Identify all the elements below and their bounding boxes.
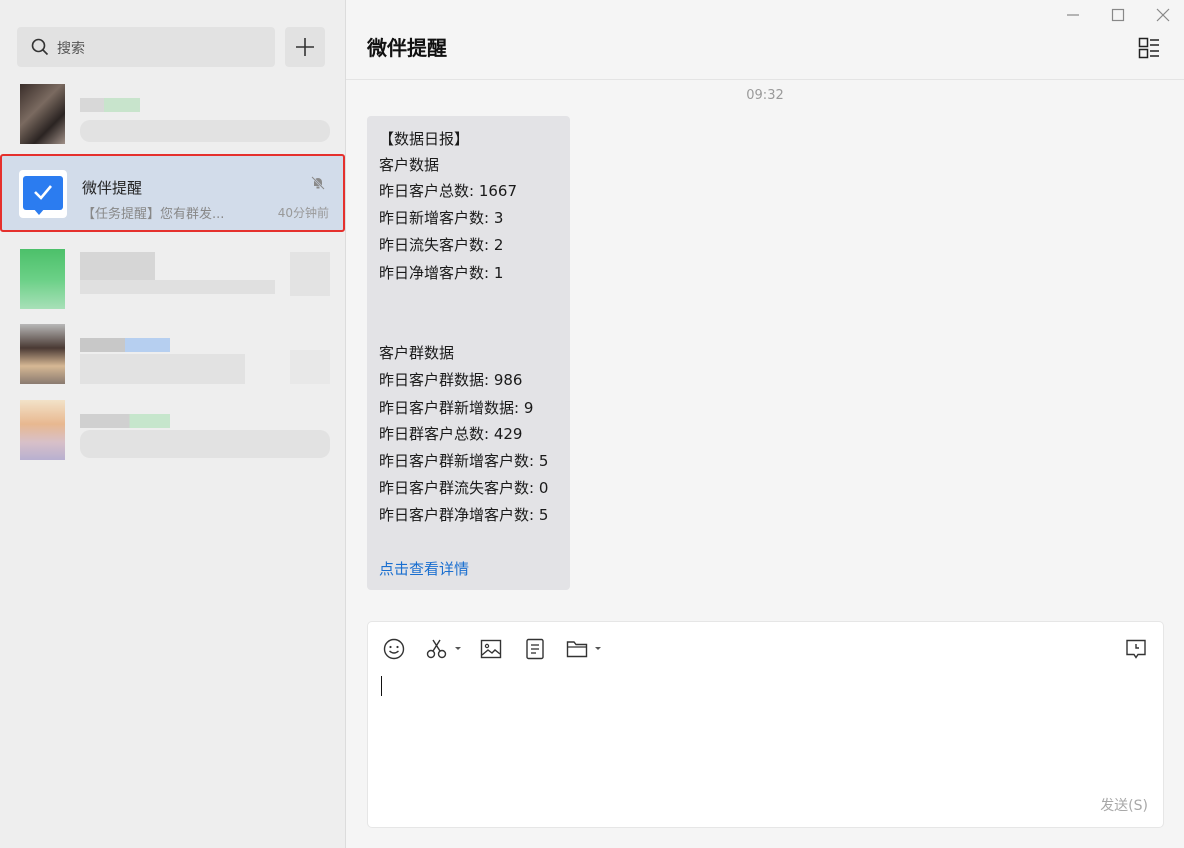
conversation-item-weiban-reminder[interactable]: 微伴提醒 【任务提醒】您有群发... 40分钟前 [0,154,345,232]
add-button[interactable] [285,27,325,67]
message-line: 昨日客户群数据: 986 [379,371,523,389]
chat-header: 微伴提醒 [346,0,1184,80]
minimize-icon[interactable] [1064,6,1082,24]
chat-badge-tail [33,208,45,215]
plus-icon [296,38,314,56]
message-line: 昨日净增客户数: 1 [379,264,504,282]
weiban-reminder-avatar [19,170,67,218]
send-button[interactable]: 发送(S) [1100,795,1148,815]
conversation-time: 40分钟前 [277,206,329,220]
message-line: 客户数据 [379,156,440,174]
message-line: 昨日流失客户数: 2 [379,236,504,254]
scissors-icon[interactable] [425,638,463,660]
blurred-preview [80,280,275,294]
close-icon[interactable] [1154,6,1172,24]
message-line: 昨日客户总数: 1667 [379,182,517,200]
search-icon [31,38,49,56]
blurred-preview [80,354,245,384]
blurred-avatar [20,249,65,309]
history-icon[interactable] [1125,638,1147,660]
view-details-link[interactable]: 点击查看详情 [379,558,469,579]
blurred-preview [80,430,330,458]
chat-panel: 微伴提醒 09:32 【数据日报】 客户数据 昨日客户总数: 1667 昨日新增… [346,0,1184,848]
search-input[interactable]: 搜索 [17,27,275,67]
search-placeholder: 搜索 [57,41,85,57]
conversation-item-blurred[interactable] [0,244,345,322]
message-timestamp: 09:32 [746,88,784,103]
blurred-name [80,252,155,280]
blurred-avatar [20,400,65,460]
text-caret [381,676,382,696]
blurred-name [80,98,140,112]
emoji-icon[interactable] [383,638,405,660]
message-line: 昨日群客户总数: 429 [379,425,523,443]
message-line: 【数据日报】 [379,130,470,148]
blurred-preview [80,120,330,142]
maximize-icon[interactable] [1109,6,1127,24]
grid-menu-icon[interactable] [1138,37,1160,59]
blurred-time [290,252,330,296]
message-bubble: 【数据日报】 客户数据 昨日客户总数: 1667 昨日新增客户数: 3 昨日流失… [367,116,570,590]
conversation-preview: 【任务提醒】您有群发... [82,207,225,222]
conversation-item-blurred[interactable] [0,396,345,474]
blurred-time [290,350,330,384]
conversation-item-blurred[interactable] [0,320,345,398]
blurred-avatar [20,84,65,144]
conversation-name: 微伴提醒 [82,179,143,197]
message-line: 昨日客户群新增客户数: 5 [379,452,549,470]
message-line: 昨日新增客户数: 3 [379,209,504,227]
chat-title: 微伴提醒 [367,36,447,60]
message-line: 昨日客户群新增数据: 9 [379,399,534,417]
blurred-name [80,414,170,428]
folder-icon[interactable] [566,638,604,660]
message-composer[interactable]: 发送(S) [367,621,1164,828]
mute-bell-icon [311,176,325,190]
conversation-sidebar: 搜索 微伴提醒 【任务提醒】您有群发... 40分钟前 [0,0,346,848]
message-line: 客户群数据 [379,344,455,362]
conversation-item-blurred[interactable] [0,80,345,158]
chat-check-badge [23,176,63,210]
document-icon[interactable] [525,638,545,660]
blurred-avatar [20,324,65,384]
message-line: 昨日客户群流失客户数: 0 [379,479,549,497]
blurred-name [80,338,170,352]
message-line: 昨日客户群净增客户数: 5 [379,506,549,524]
checkmark-icon [34,185,52,200]
image-icon[interactable] [480,638,502,660]
